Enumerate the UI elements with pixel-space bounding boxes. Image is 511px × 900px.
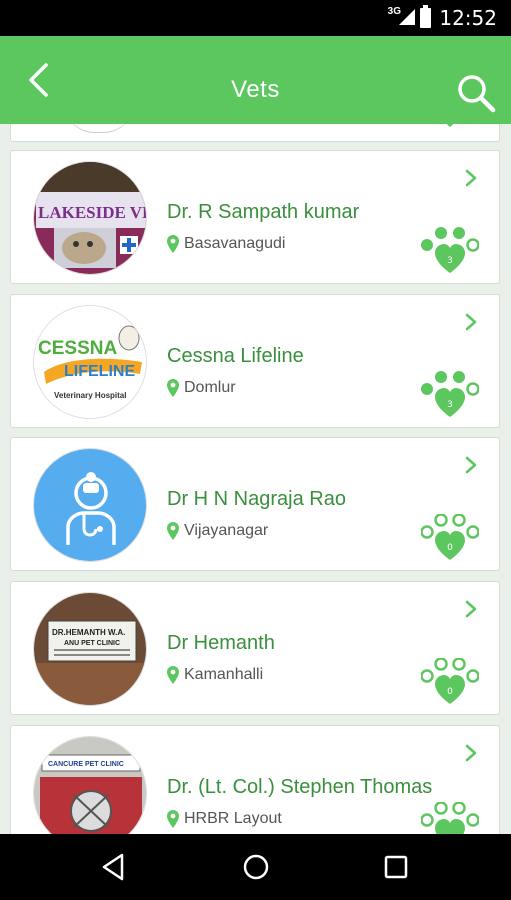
vet-location: Basavanagudi (167, 235, 285, 253)
avatar (33, 448, 147, 562)
paw-heart-icon (420, 801, 480, 834)
list-item[interactable]: CESSNA LIFELINE Veterinary Hospital Cess… (10, 294, 500, 428)
chevron-right-icon (465, 313, 477, 331)
list-item[interactable]: DR.HEMANTH W.A. ANU PET CLINIC Dr Hemant… (10, 581, 500, 715)
status-bar: 3G 12:52 (0, 0, 511, 36)
vet-location: HRBR Layout (167, 810, 282, 828)
avatar-text: CANCURE PET CLINIC (48, 761, 124, 768)
like-button[interactable]: 0 (420, 513, 480, 562)
nav-back-icon (102, 853, 124, 881)
avatar-text: LAKESIDE VE (38, 203, 147, 222)
chevron-right-icon (465, 456, 477, 474)
hemanth-clinic-photo: DR.HEMANTH W.A. ANU PET CLINIC (34, 593, 146, 705)
list-item-partial[interactable] (10, 124, 500, 142)
location-pin-icon (167, 379, 179, 397)
vet-location: Domlur (167, 379, 236, 397)
vets-list[interactable]: LAKESIDE VE Dr. R Sampath kumar Basavana… (0, 124, 511, 834)
like-count: 3 (447, 256, 453, 266)
nav-home-button[interactable] (240, 851, 272, 883)
avatar (63, 124, 135, 133)
paw-heart-icon (446, 124, 454, 127)
location-label: HRBR Layout (184, 810, 282, 827)
avatar-text: CESSNA (38, 338, 117, 359)
page-title: Vets (231, 76, 280, 103)
avatar: CESSNA LIFELINE Veterinary Hospital (33, 305, 147, 419)
cessna-logo: CESSNA LIFELINE Veterinary Hospital (34, 306, 146, 418)
nav-recents-icon (384, 855, 408, 879)
avatar-text: LIFELINE (64, 363, 135, 380)
signal-icon (399, 9, 415, 25)
like-button[interactable]: 3 (421, 371, 480, 419)
cancure-clinic-photo: CANCURE PET CLINIC (34, 737, 146, 834)
avatar: LAKESIDE VE (33, 161, 147, 275)
location-label: Basavanagudi (184, 235, 286, 252)
paw-heart-icon (420, 657, 480, 704)
vet-name: Cessna Lifeline (167, 345, 304, 367)
chevron-right-icon (465, 600, 477, 618)
lakeside-clinic-photo: LAKESIDE VE (34, 162, 147, 274)
like-button[interactable]: 0 (420, 657, 480, 706)
vet-location: Kamanhalli (167, 666, 263, 684)
paw-heart-icon (421, 227, 480, 273)
app-bar: Vets (0, 36, 511, 124)
vet-name: Dr H N Nagraja Rao (167, 488, 346, 510)
like-count: 0 (447, 543, 453, 553)
nav-back-button[interactable] (98, 851, 130, 883)
location-pin-icon (167, 666, 179, 684)
like-button[interactable]: 3 (421, 227, 480, 275)
paw-heart-icon (421, 371, 480, 417)
like-count: 0 (447, 687, 453, 697)
search-button[interactable] (455, 72, 497, 114)
avatar: CANCURE PET CLINIC (33, 736, 147, 834)
avatar: DR.HEMANTH W.A. ANU PET CLINIC (33, 592, 147, 706)
list-item[interactable]: Dr H N Nagraja Rao Vijayanagar 0 (10, 437, 500, 571)
vet-name: Dr Hemanth (167, 632, 275, 654)
system-nav-bar (0, 834, 511, 900)
paw-heart-icon (420, 513, 480, 560)
avatar-text: ANU PET CLINIC (64, 640, 120, 647)
list-item[interactable]: CANCURE PET CLINIC Dr. (Lt. Col.) Stephe… (10, 725, 500, 834)
battery-icon (420, 5, 431, 28)
location-pin-icon (167, 810, 179, 828)
location-label: Vijayanagar (184, 522, 269, 539)
location-pin-icon (167, 522, 179, 540)
chevron-right-icon (465, 169, 477, 187)
vet-name: Dr. R Sampath kumar (167, 201, 360, 223)
chevron-right-icon (465, 744, 477, 762)
vet-name: Dr. (Lt. Col.) Stephen Thomas (167, 776, 433, 798)
like-count: 3 (447, 400, 453, 410)
location-label: Kamanhalli (184, 666, 264, 683)
search-icon (458, 75, 496, 113)
nav-recents-button[interactable] (380, 851, 412, 883)
doctor-avatar-icon (34, 449, 146, 561)
vet-location: Vijayanagar (167, 522, 268, 540)
nav-home-icon (243, 854, 269, 880)
avatar-text: DR.HEMANTH W.A. (52, 628, 125, 637)
like-button[interactable] (420, 801, 480, 834)
status-time: 12:52 (439, 6, 497, 30)
location-label: Domlur (184, 379, 236, 396)
list-item[interactable]: LAKESIDE VE Dr. R Sampath kumar Basavana… (10, 150, 500, 284)
location-pin-icon (167, 235, 179, 253)
avatar-text: Veterinary Hospital (54, 391, 126, 400)
